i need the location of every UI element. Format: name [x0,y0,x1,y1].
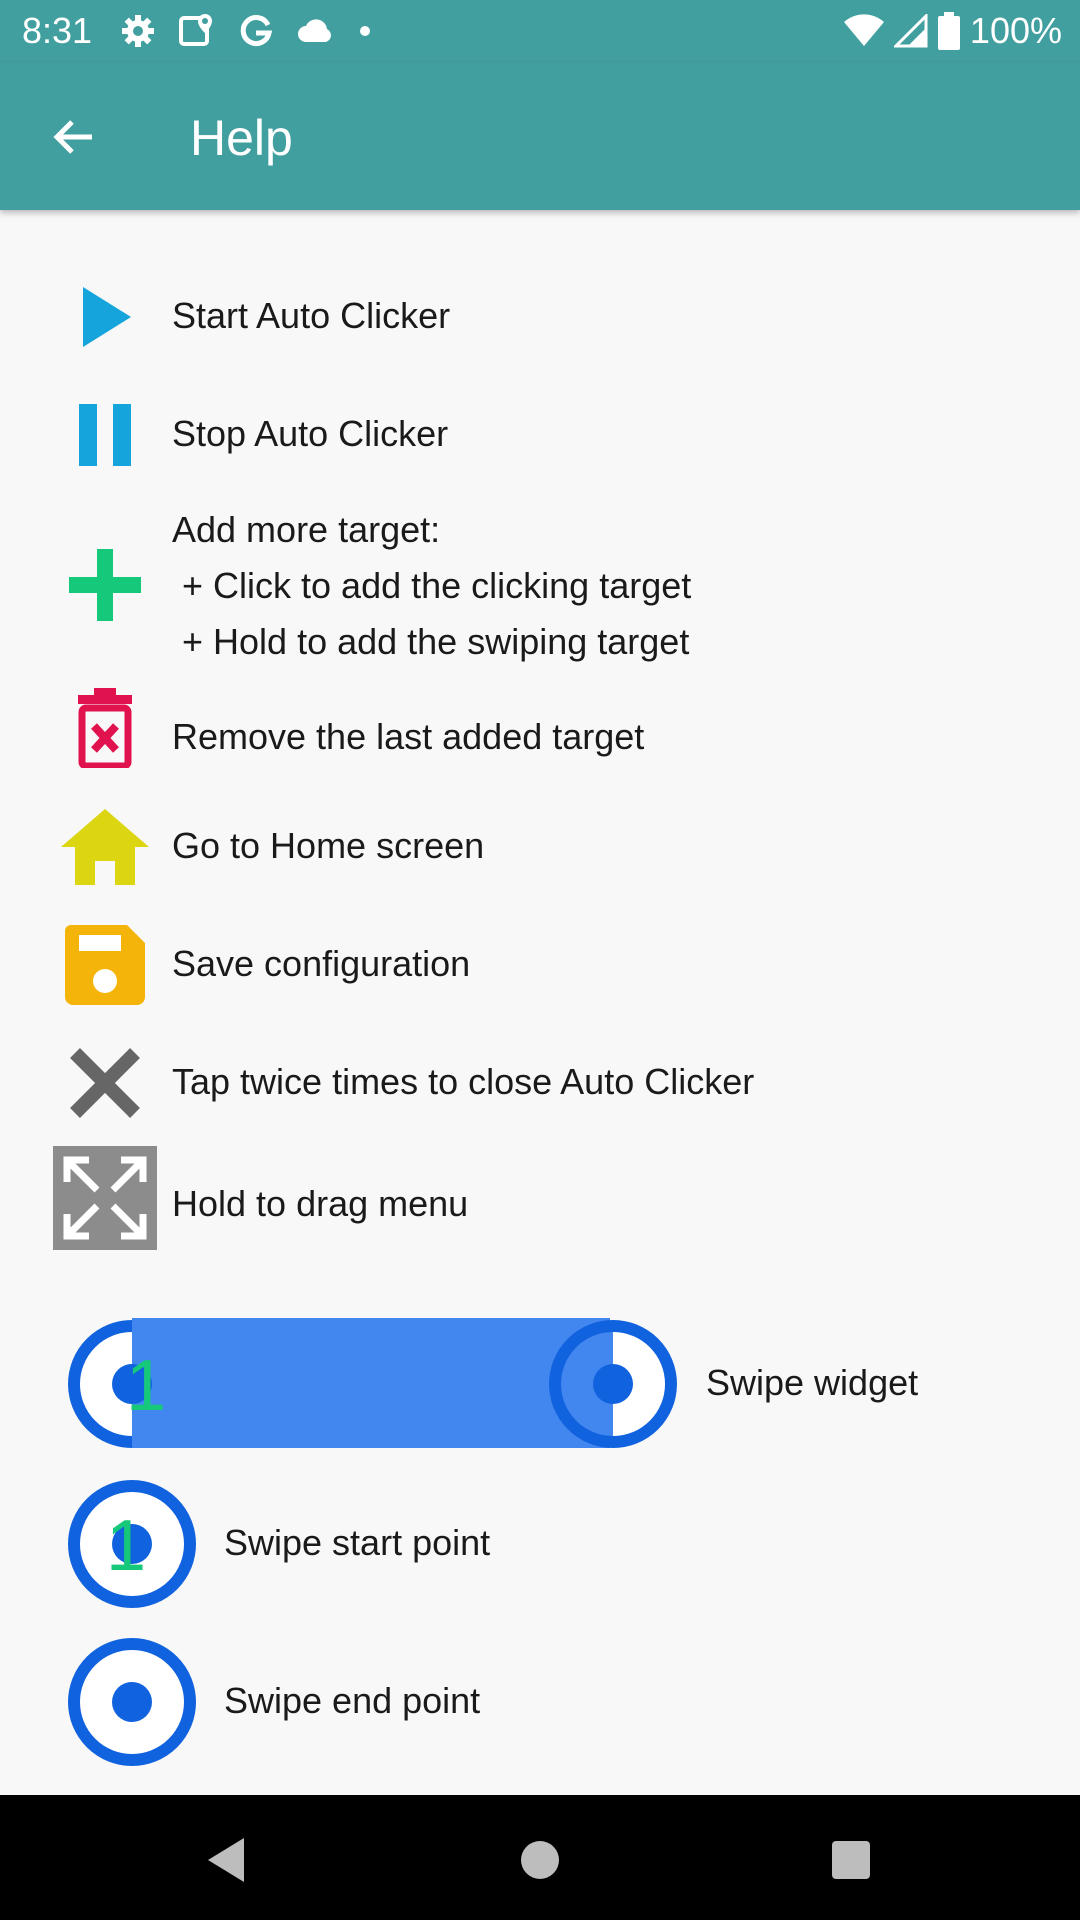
status-left-icons [120,8,394,54]
google-icon [238,13,274,49]
swipe-widget-row: 1 Swipe widget [0,1316,1080,1452]
save-icon [50,910,160,1020]
wifi-icon [843,14,884,48]
trash-icon [50,673,160,783]
app-bar: Help [0,63,1080,210]
battery-percent: 100% [969,10,1062,51]
swipe-widget-label: Swipe widget [706,1362,919,1403]
signal-icon [893,14,928,48]
swipe-start-label: Swipe start point [224,1522,491,1563]
back-button[interactable] [44,107,104,167]
plus-icon [50,530,160,640]
drag-icon [53,1146,157,1250]
status-bar: 8:31 100% [0,0,1080,63]
home-icon [50,792,160,902]
status-right-icons: 100% [834,8,1062,54]
help-item-label: Hold to drag menu [172,1183,469,1224]
help-item-label: Add more target: [172,509,441,550]
dot-icon [358,24,372,38]
swipe-end-label: Swipe end point [224,1680,481,1721]
swipe-start-number: 1 [106,1506,146,1586]
help-item-label: Remove the last added target [172,716,645,757]
help-item-label: Start Auto Clicker [172,295,451,336]
pause-icon [50,380,160,490]
swipe-start-row: 1 Swipe start point [0,1476,1080,1612]
close-icon [50,1028,160,1138]
swipe-end-icon [68,1638,196,1766]
swipe-start-icon: 1 [68,1480,196,1608]
page-title: Help [190,110,293,166]
status-time: 8:31 [22,10,93,51]
play-icon [50,262,160,372]
help-item-label: + Click to add the clicking target [172,565,692,606]
help-item-label: Go to Home screen [172,825,485,866]
battery-icon [937,12,960,50]
help-item-label: Tap twice times to close Auto Clicker [172,1061,755,1102]
nav-back-button[interactable] [181,1815,271,1905]
back-triangle-icon [208,1838,244,1882]
recents-square-icon [832,1841,870,1879]
swipe-widget-graphic: 1 [68,1318,677,1448]
arrow-back-icon [53,120,92,154]
help-item-label: Stop Auto Clicker [172,413,449,454]
swipe-widget-number: 1 [126,1346,166,1426]
cloud-icon [296,16,336,46]
settings-icon [120,13,156,49]
help-item-label: Save configuration [172,943,471,984]
navigation-bar [0,1795,1080,1920]
swipe-end-row: Swipe end point [0,1634,1080,1770]
nav-home-button[interactable] [495,1815,585,1905]
help-item-label: + Hold to add the swiping target [172,621,690,662]
swipe-bar [132,1318,610,1448]
home-circle-icon [521,1841,559,1879]
maps-icon [178,12,216,50]
nav-recents-button[interactable] [806,1815,896,1905]
